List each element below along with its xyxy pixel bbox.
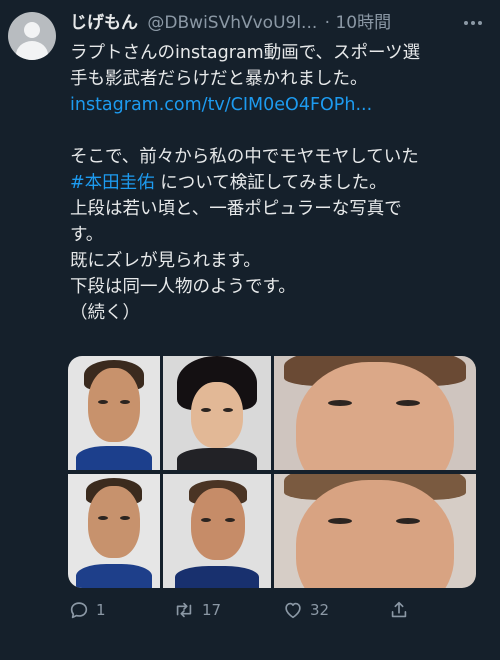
eye-shape <box>396 400 420 406</box>
tweet-line-2: 手も影武者だらけだと暴かれました。 <box>70 69 368 89</box>
like-icon <box>285 602 301 619</box>
tweet-paragraph-rest: 上段は若い頃と、一番ポピュラーな写真で す。 既にズレが見られます。 下段は同一… <box>70 199 402 323</box>
media-grid[interactable] <box>68 356 476 588</box>
shirt-shape <box>76 564 152 588</box>
face-shape <box>296 362 454 470</box>
share-button[interactable] <box>388 592 410 628</box>
photo-bottom-left[interactable] <box>68 474 160 588</box>
reply-icon <box>70 602 88 619</box>
reply-button[interactable]: 1 <box>68 592 106 628</box>
tweet-link[interactable]: instagram.com/tv/CIM0eO4FOPh... <box>70 95 372 115</box>
eye-shape <box>328 400 352 406</box>
face-shape <box>88 486 140 558</box>
eye-shape <box>120 516 130 520</box>
face-shape <box>88 368 140 442</box>
separator-dot: · <box>324 13 331 33</box>
user-handle[interactable]: @DBwiSVhVvoU9l... <box>147 13 317 33</box>
eye-shape <box>120 400 130 404</box>
tweet-actions: 1 17 32 <box>68 592 488 628</box>
photo-top-middle[interactable] <box>163 356 271 470</box>
shirt-shape <box>76 446 152 470</box>
eye-shape <box>98 400 108 404</box>
photo-top-right[interactable] <box>274 356 476 470</box>
photo-bottom-middle[interactable] <box>163 474 271 588</box>
share-icon <box>391 601 407 618</box>
like-count: 32 <box>310 601 330 619</box>
avatar-head-shape <box>24 22 40 38</box>
face-shape <box>296 480 454 588</box>
shirt-shape <box>177 448 257 470</box>
like-button[interactable]: 32 <box>282 592 329 628</box>
face-shape <box>191 488 245 560</box>
avatar[interactable] <box>8 12 56 60</box>
retweet-icon <box>176 602 192 618</box>
photo-bottom-right[interactable] <box>274 474 476 588</box>
eye-shape <box>225 518 235 522</box>
timestamp[interactable]: 10時間 <box>335 13 391 33</box>
eye-shape <box>98 516 108 520</box>
photo-top-left[interactable] <box>68 356 160 470</box>
avatar-body-shape <box>16 41 48 60</box>
eye-shape <box>201 408 211 412</box>
hashtag[interactable]: #本田圭佑 <box>70 173 155 193</box>
retweet-count: 17 <box>202 601 222 619</box>
more-icon[interactable] <box>460 12 486 34</box>
retweet-button[interactable]: 17 <box>172 592 221 628</box>
display-name[interactable]: じげもん <box>70 13 138 33</box>
face-shape <box>191 382 243 448</box>
tweet-text: ラプトさんのinstagram動画で、スポーツ選 手も影武者だらけだと暴かれまし… <box>70 40 490 326</box>
reply-count: 1 <box>96 601 106 619</box>
eye-shape <box>223 408 233 412</box>
tweet-header: じげもん @DBwiSVhVvoU9l... · 10時間 <box>70 10 490 36</box>
eye-shape <box>201 518 211 522</box>
shirt-shape <box>175 566 259 588</box>
eye-shape <box>328 518 352 524</box>
tweet-paragraph-2: そこで、前々から私の中でモヤモヤしていた <box>70 147 419 167</box>
hashtag-continuation: について検証してみました。 <box>154 173 387 193</box>
eye-shape <box>396 518 420 524</box>
tweet-line-1: ラプトさんのinstagram動画で、スポーツ選 <box>70 43 421 63</box>
